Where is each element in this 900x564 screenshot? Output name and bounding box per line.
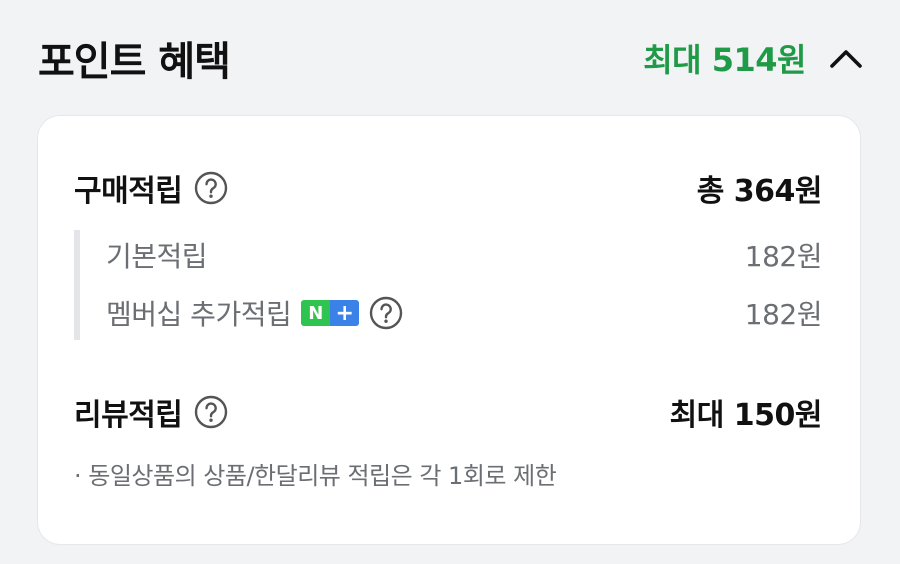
basic-points-amount: 182원 — [744, 240, 823, 273]
badge-plus: + — [330, 300, 360, 326]
membership-points-label: 멤버십 추가적립 — [106, 298, 292, 331]
purchase-points-row: 구매적립 총 364원 — [74, 166, 823, 210]
membership-points-row: 멤버십 추가적립 N + 182원 — [106, 288, 823, 338]
review-points-label: 리뷰적립 — [74, 398, 183, 433]
chevron-up-icon[interactable] — [828, 40, 864, 76]
purchase-points-total: 총 364원 — [696, 174, 823, 209]
page-title: 포인트 혜택 — [38, 39, 231, 85]
header-summary[interactable]: 최대 514원 — [643, 35, 864, 81]
membership-points-amount: 182원 — [744, 298, 823, 331]
basic-points-label: 기본적립 — [106, 240, 208, 273]
purchase-breakdown: 기본적립 182원 멤버십 추가적립 N + 182원 — [74, 230, 823, 340]
question-circle-icon[interactable] — [194, 395, 228, 429]
points-header: 포인트 혜택 최대 514원 — [38, 28, 864, 88]
points-card: 구매적립 총 364원 기본적립 182원 멤버십 추가적립 N + 182원 … — [38, 116, 860, 544]
max-points-amount: 최대 514원 — [643, 41, 806, 79]
question-circle-icon[interactable] — [194, 171, 228, 205]
review-points-row: 리뷰적립 최대 150원 — [74, 390, 823, 434]
purchase-points-label: 구매적립 — [74, 174, 183, 209]
review-points-amount: 최대 150원 — [669, 398, 823, 433]
question-circle-icon[interactable] — [369, 296, 403, 330]
review-points-note: · 동일상품의 상품/한달리뷰 적립은 각 1회로 제한 — [74, 462, 557, 490]
badge-n: N — [301, 300, 331, 326]
basic-points-row: 기본적립 182원 — [106, 230, 823, 280]
naver-plus-membership-badge: N + — [301, 300, 360, 326]
